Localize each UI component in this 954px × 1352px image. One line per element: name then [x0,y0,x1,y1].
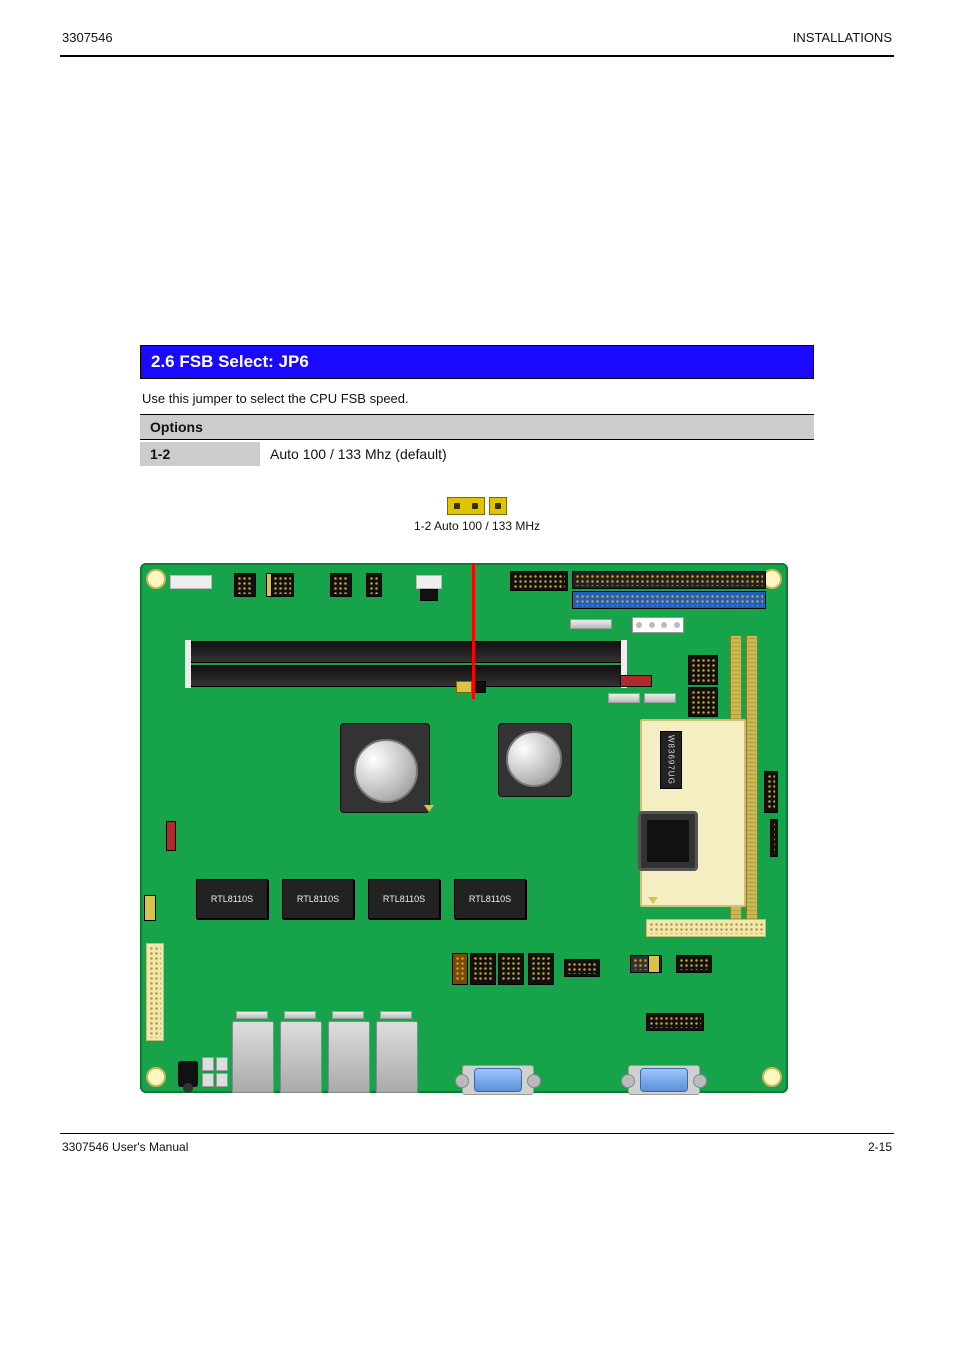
options-header: Options [140,414,814,440]
pin-header [330,573,352,597]
super-io-chip: W83697UG [660,731,682,789]
audio-jack-icon [178,1061,198,1087]
vga-port-icon [462,1065,534,1095]
pin1-triangle-icon [424,805,434,812]
header-white [170,575,212,589]
lan-port-icon [328,1021,370,1093]
section-intro: Use this jumper to select the CPU FSB sp… [142,391,812,406]
port-top [284,1011,316,1019]
plcc-socket-icon [638,811,698,871]
header-cream [146,943,164,1041]
jp6-on-board-icon [456,681,486,693]
pin-header [646,1013,704,1031]
port-top [332,1011,364,1019]
mounting-hole-icon [146,569,166,589]
connector-silver [608,693,640,703]
port-top [380,1011,412,1019]
jumper-open-pin-icon [489,497,507,515]
pin-header [764,771,778,813]
ide-header-black [572,571,766,589]
callout-leader-line [472,563,475,699]
pin-header [688,655,718,685]
nic-chip: RTL8110S [454,879,526,919]
pin-header [234,573,256,597]
header-rule [60,55,894,57]
header-model: 3307546 [62,30,113,45]
pin-header [470,953,496,985]
dimm-slot [190,665,622,687]
atx-4pin [632,617,684,633]
lan-port-icon [232,1021,274,1093]
ide-header-blue [572,591,766,609]
pin-header [676,955,712,973]
pin-header-yellow [144,895,156,921]
header-cream [646,919,766,937]
mounting-hole-icon [762,1067,782,1087]
connector-2x2 [202,1057,228,1087]
footer-title: 3307546 User's Manual [62,1140,188,1154]
option-label: 1-2 [140,442,260,466]
pin-header [452,953,468,985]
jumper-diagram: 1-2 Auto 100 / 133 MHz [140,496,814,533]
fan-icon [506,731,562,787]
fan-icon [354,739,418,803]
port-top [236,1011,268,1019]
mounting-hole-icon [146,1067,166,1087]
pin-header-red [620,675,652,687]
dimm-slot [190,641,622,663]
pin1-triangle-icon [648,897,658,904]
pin-header [270,573,294,597]
pcb-board-illustration: W83697UG RTL8110S RTL8110S RTL8110S RTL8… [140,563,788,1093]
jumper-caption: 1-2 Auto 100 / 133 MHz [140,519,814,533]
pin-header [366,573,382,597]
nic-chip: RTL8110S [196,879,268,919]
pin-header [770,819,778,857]
option-desc: Auto 100 / 133 Mhz (default) [260,442,457,466]
vga-port-icon [628,1065,700,1095]
pin1-marker [266,573,272,597]
small-header [420,589,438,601]
pin-header [564,959,600,977]
pin-header [528,953,554,985]
pin-header [688,687,718,717]
lan-port-icon [376,1021,418,1093]
lan-port-icon [280,1021,322,1093]
nic-chip: RTL8110S [282,879,354,919]
jumper-cap-icon [447,497,485,515]
pin-header [510,571,568,591]
header-section: INSTALLATIONS [793,30,892,45]
connector-silver [644,693,676,703]
pin-header-red [166,821,176,851]
pin-header [498,953,524,985]
nic-chip: RTL8110S [368,879,440,919]
header-white [416,575,442,589]
connector-silver [570,619,612,629]
section-title: 2.6 FSB Select: JP6 [140,345,814,379]
pin1-marker [648,955,660,973]
expansion-slot [746,635,758,927]
option-row: 1-2 Auto 100 / 133 Mhz (default) [140,442,814,466]
footer-page: 2-15 [868,1140,892,1154]
